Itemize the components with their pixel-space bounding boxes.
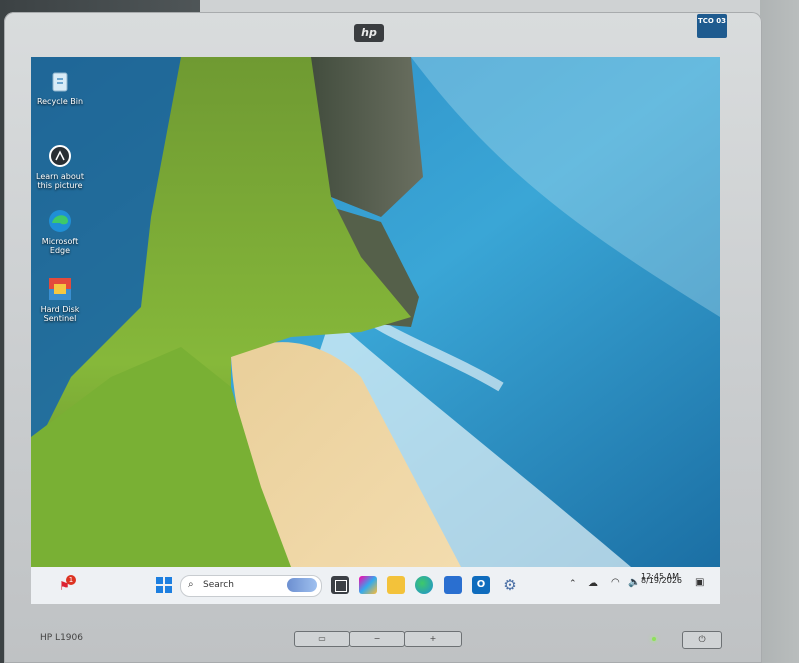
outlook-button[interactable]: O	[472, 576, 490, 594]
desktop-icon-label: Hard Disk Sentinel	[40, 305, 80, 323]
desktop-icon-microsoft-edge[interactable]: Microsoft Edge	[31, 207, 89, 255]
plus-icon: +	[429, 634, 437, 643]
task-view-button[interactable]	[331, 576, 349, 594]
osd-menu-button[interactable]: ▭	[294, 631, 350, 647]
start-button[interactable]	[155, 576, 173, 594]
file-explorer-button[interactable]	[387, 576, 405, 594]
wifi-icon[interactable]: ◠	[611, 577, 620, 588]
desktop-icon-recycle-bin[interactable]: Recycle Bin	[31, 67, 89, 106]
desktop-icon-learn-about-picture[interactable]: Learn about this picture	[31, 142, 89, 190]
chevron-up-icon[interactable]: ⌃	[569, 579, 577, 589]
minus-icon: −	[373, 634, 381, 643]
edge-taskbar-button[interactable]	[415, 576, 433, 594]
osd-minus-button[interactable]: −	[349, 631, 405, 647]
notification-badge: 1	[66, 575, 76, 585]
hard-disk-sentinel-icon	[46, 275, 74, 303]
tco-badge: TCO 03	[697, 14, 727, 38]
settings-button[interactable]: ⚙	[501, 576, 519, 594]
learn-about-picture-icon	[46, 142, 74, 170]
power-led	[652, 637, 656, 641]
copilot-button[interactable]	[359, 576, 377, 594]
onedrive-icon[interactable]: ☁	[588, 578, 598, 589]
model-label: HP L1906	[40, 633, 83, 643]
desktop-icon-label: Learn about this picture	[36, 172, 84, 190]
search-placeholder: Search	[203, 580, 234, 590]
volume-icon[interactable]: 🔈	[628, 577, 640, 588]
search-icon: ⌕	[188, 579, 194, 590]
outlook-icon: O	[476, 579, 486, 590]
osd-plus-button[interactable]: +	[404, 631, 462, 647]
desktop-wallpaper	[31, 57, 720, 567]
desktop-icon-label: Microsoft Edge	[41, 237, 79, 255]
desktop-icon-hard-disk-sentinel[interactable]: Hard Disk Sentinel	[31, 275, 89, 323]
recycle-bin-icon	[46, 67, 74, 95]
start-icon	[156, 577, 172, 593]
power-button[interactable]: ⏻	[682, 631, 722, 649]
taskbar: ⚑ 1 ⌕ Search O ⚙ ⌃ ☁ ◠ 🔈 12:45 AM 8/19/2…	[31, 567, 720, 604]
store-button[interactable]	[444, 576, 462, 594]
hp-logo: hp	[354, 24, 384, 42]
edge-icon	[46, 207, 74, 235]
power-icon: ⏻	[698, 635, 706, 645]
notification-button[interactable]: ⚑ 1	[56, 575, 76, 595]
menu-icon: ▭	[318, 634, 326, 643]
clock-date: 8/19/2026	[641, 576, 683, 585]
task-view-icon	[335, 580, 347, 592]
notifications-icon[interactable]: ▣	[695, 577, 704, 588]
screen: Recycle Bin Learn about this picture Mic…	[31, 57, 720, 604]
search-input[interactable]: ⌕ Search	[180, 575, 322, 597]
desktop-icon-label: Recycle Bin	[36, 97, 84, 106]
widgets-icon	[287, 578, 317, 592]
settings-icon: ⚙	[503, 576, 517, 594]
